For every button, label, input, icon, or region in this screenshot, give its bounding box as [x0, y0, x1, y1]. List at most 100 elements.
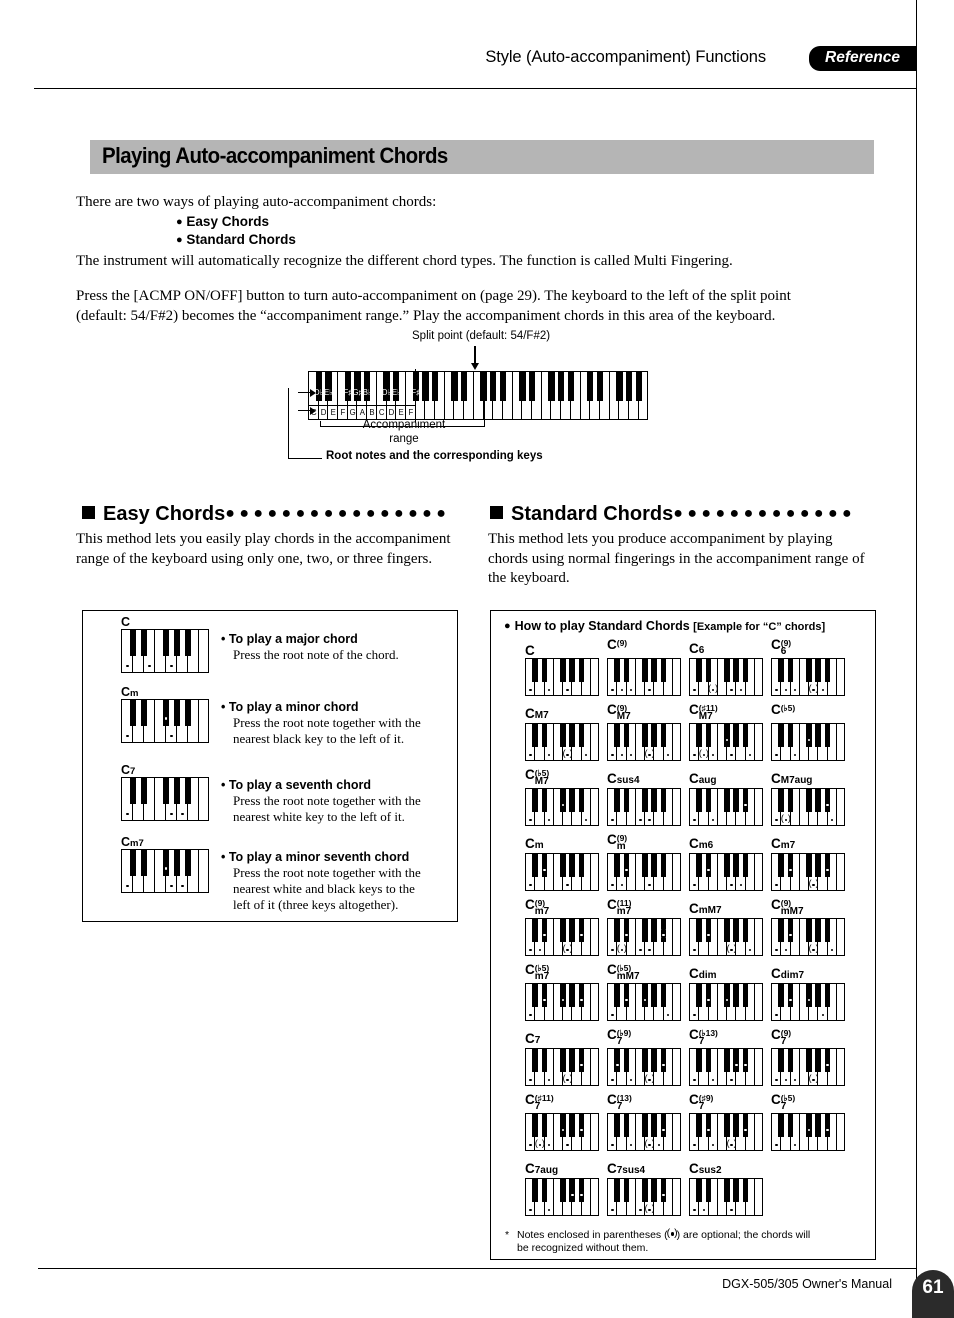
standard-chord-label: C (11) m7: [607, 897, 631, 918]
black-key-label: E♭: [391, 388, 401, 397]
black-key: [184, 700, 192, 727]
standard-chords-box-heading: ● How to play Standard Chords [Example fo…: [504, 619, 825, 633]
standard-chord-cell: Csus4: [607, 771, 681, 826]
black-key: [532, 789, 539, 812]
chord-root: C: [771, 637, 781, 652]
black-key: [614, 1179, 621, 1202]
footnote-text: Notes enclosed in parentheses () are opt…: [505, 1227, 865, 1255]
black-key: [824, 919, 831, 942]
intro-para2-line-a: Press the [ACMP ON/OFF] button to turn a…: [76, 288, 791, 304]
chord-quality: sus2: [698, 1164, 722, 1176]
white-key: [755, 919, 764, 955]
black-key: [824, 724, 831, 747]
chord-root: C: [607, 770, 617, 786]
chord-quality: dim7: [780, 969, 805, 981]
black-key: [616, 372, 623, 401]
black-key: [635, 372, 642, 401]
chord-keyboard-graphic: [121, 629, 209, 673]
easy-chord-line: nearest white key to the left of it.: [233, 809, 405, 824]
white-key: [591, 1179, 600, 1215]
easy-chords-heading: Easy Chords●●●●●●●●●●●●●●●●: [82, 503, 450, 526]
black-key: [742, 984, 749, 1007]
chord-root: C: [607, 1092, 617, 1107]
black-key: [541, 984, 548, 1007]
chord-keyboard-graphic: [525, 983, 599, 1021]
black-key: [824, 854, 831, 877]
white-key: [755, 659, 764, 695]
black-key: [806, 789, 812, 812]
chord-keyboard-graphic: [607, 1178, 681, 1216]
white-key: [673, 919, 682, 955]
chord-root: C: [525, 835, 535, 851]
easy-chord-line: nearest black key to the left of it.: [233, 731, 405, 746]
chord-root: C: [525, 705, 535, 721]
standard-chord-cell: Caug: [689, 771, 763, 826]
standard-chord-label: C6: [689, 641, 704, 659]
chord-quality: 7: [616, 1101, 623, 1112]
footer-manual-label: DGX-505/305 Owner's Manual: [722, 1277, 892, 1291]
white-key: [755, 724, 764, 760]
chord-keyboard-graphic: [607, 983, 681, 1021]
easy-chord-line: Press the root note together with the: [233, 715, 421, 730]
white-key: [837, 984, 846, 1020]
white-key-label: B: [369, 408, 375, 417]
note-marker: [615, 1063, 619, 1067]
standard-chord-cell: C (♯11) M7: [689, 703, 763, 761]
white-key: [837, 724, 846, 760]
chord-quality: M7: [698, 711, 713, 722]
chord-root: C: [607, 702, 617, 717]
black-key: [560, 724, 566, 747]
black-key: [569, 789, 576, 812]
black-key: [733, 1114, 740, 1137]
standard-chord-cell: C (♭5): [771, 703, 846, 761]
intro-line-2: The instrument will automatically recogn…: [76, 253, 733, 269]
black-key: [705, 789, 712, 812]
split-point-keyboard-diagram: Split point (default: 54/F#2) CDEFGABCDE…: [288, 330, 670, 475]
optional-note-marker: [809, 1074, 819, 1085]
black-key: [587, 372, 594, 401]
black-key: [742, 789, 749, 812]
white-key-label: F: [340, 408, 346, 417]
standard-chord-cell: C (♯11) 7: [525, 1093, 599, 1151]
standard-chord-cell: Cm7: [771, 836, 845, 891]
black-key: [815, 919, 822, 942]
white-key: [755, 984, 764, 1020]
note-marker: [707, 998, 710, 1002]
white-key: [591, 724, 600, 760]
black-key: [724, 854, 730, 877]
black-key: [651, 984, 658, 1007]
black-key: [614, 854, 621, 877]
black-key: [642, 1114, 648, 1137]
easy-chord-description: • To play a major chord Press the root no…: [221, 631, 449, 663]
black-key: [578, 1114, 585, 1137]
footnote-line1b: ) are optional; the chords will: [676, 1229, 811, 1241]
chord-root: C: [525, 897, 535, 912]
chord-root: C: [607, 897, 617, 912]
standard-chord-label: C (9) m7: [525, 897, 549, 918]
chord-keyboard-graphic: [771, 918, 845, 956]
page-title-bar: Playing Auto-accompaniment Chords: [90, 140, 874, 174]
black-key: [742, 919, 749, 942]
easy-chord-line: left of it (three keys altogether).: [233, 897, 399, 912]
black-key: [696, 984, 703, 1007]
black-key: [129, 700, 137, 727]
chord-extension-stack: (♭13) 7: [699, 1029, 718, 1047]
chord-quality: 7: [780, 1036, 787, 1047]
note-marker: [826, 1128, 829, 1132]
note-marker: [707, 1128, 710, 1132]
easy-chord-quality: m: [130, 688, 139, 699]
easy-chord-line: Press the root note of the chord.: [233, 647, 399, 662]
box-heading-suffix: [Example for “C” chords]: [693, 621, 826, 633]
optional-note-marker: [659, 929, 669, 940]
black-key: [567, 372, 575, 401]
black-key: [815, 854, 822, 877]
chord-quality: 7: [698, 1036, 705, 1047]
standard-chord-label: C (♭5) mM7: [607, 963, 640, 983]
white-key: [837, 1049, 846, 1085]
black-key: [733, 984, 740, 1007]
black-key: [541, 1179, 548, 1202]
black-key: [787, 854, 794, 877]
chord-keyboard-graphic: [689, 723, 763, 761]
standard-chord-cell: C (♭5) M7: [525, 768, 599, 826]
standard-chord-cell: C: [525, 643, 599, 696]
